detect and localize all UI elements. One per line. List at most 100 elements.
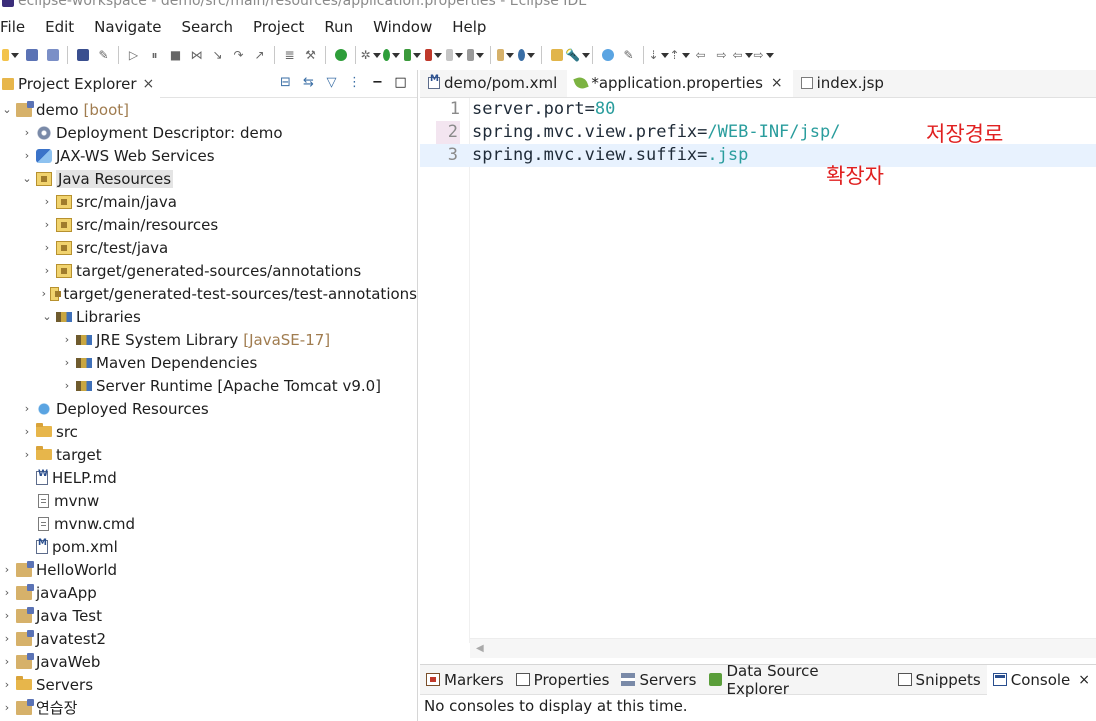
new-java-project-icon[interactable]	[497, 47, 514, 64]
tree-node[interactable]: HELP.md	[0, 466, 417, 489]
tree-node[interactable]: › src/main/java	[0, 190, 417, 213]
tree-node[interactable]: › Java Test	[0, 604, 417, 627]
chevron-right-icon[interactable]: ›	[40, 195, 54, 208]
chevron-right-icon[interactable]: ›	[60, 379, 74, 392]
forward-icon[interactable]: ⇨	[753, 47, 772, 64]
chevron-right-icon[interactable]: ›	[0, 701, 14, 714]
debug-icon[interactable]: ✲	[360, 47, 379, 64]
menu-window[interactable]: Window	[373, 18, 440, 36]
editor-tab[interactable]: index.jsp	[793, 69, 894, 97]
coverage-icon[interactable]: ≣	[281, 47, 298, 64]
tree-node[interactable]: › JRE System Library [JavaSE-17]	[0, 328, 417, 351]
tree-node[interactable]: ⌄ Libraries	[0, 305, 417, 328]
tree-node[interactable]: › 연습장	[0, 696, 417, 719]
forward-edit-icon[interactable]: ⇨	[713, 47, 730, 64]
menu-project[interactable]: Project	[253, 18, 312, 36]
menu-navigate[interactable]: Navigate	[94, 18, 169, 36]
editor-tab[interactable]: *application.properties ×	[567, 69, 793, 97]
close-icon[interactable]: ×	[771, 75, 783, 91]
menu-run[interactable]: Run	[324, 18, 361, 36]
close-icon[interactable]: ×	[143, 76, 155, 92]
disconnect-icon[interactable]: ⋈	[188, 47, 205, 64]
next-annotation-icon[interactable]: ⇣	[648, 47, 667, 64]
chevron-right-icon[interactable]: ›	[20, 149, 34, 162]
menu-help[interactable]: Help	[452, 18, 494, 36]
filter-icon[interactable]: ▽	[323, 74, 340, 91]
tree-node[interactable]: pom.xml	[0, 535, 417, 558]
tree-node[interactable]: › src	[0, 420, 417, 443]
new-icon[interactable]	[2, 47, 19, 64]
terminate-icon[interactable]: ■	[167, 47, 184, 64]
menu-edit[interactable]: Edit	[45, 18, 82, 36]
stop-server-icon[interactable]	[446, 47, 463, 64]
tree-node[interactable]: › Deployed Resources	[0, 397, 417, 420]
search-icon[interactable]: 🔦	[565, 47, 586, 64]
last-edit-icon[interactable]: ⇦	[692, 47, 709, 64]
step-return-icon[interactable]: ↗	[251, 47, 268, 64]
resume-icon[interactable]: ▷	[125, 47, 142, 64]
tree-node[interactable]: › Servers	[0, 673, 417, 696]
chevron-right-icon[interactable]: ›	[20, 448, 34, 461]
chevron-right-icon[interactable]: ›	[60, 333, 74, 346]
scroll-left-icon[interactable]: ◀	[476, 643, 484, 654]
chevron-right-icon[interactable]: ›	[40, 264, 54, 277]
skip-breakpoints-icon[interactable]: ✎	[95, 47, 112, 64]
back-icon[interactable]: ⇦	[732, 47, 751, 64]
chevron-right-icon[interactable]: ›	[40, 287, 48, 300]
minimize-icon[interactable]: −	[369, 74, 386, 91]
deploy-icon[interactable]	[467, 47, 484, 64]
tab-dse[interactable]: Data Source Explorer	[703, 662, 892, 698]
close-icon[interactable]: ×	[1078, 672, 1090, 688]
tree-node[interactable]: › Javatest2	[0, 627, 417, 650]
tab-console[interactable]: Console ×	[986, 664, 1096, 695]
chevron-down-icon[interactable]: ⌄	[0, 103, 14, 116]
tree-node[interactable]: › src/main/resources	[0, 213, 417, 236]
menu-file[interactable]: File	[0, 18, 33, 36]
tree-node[interactable]: › target	[0, 443, 417, 466]
suspend-icon[interactable]: ⏸	[146, 47, 163, 64]
tree-node[interactable]: ⌄ demo [boot]	[0, 98, 417, 121]
tree-node[interactable]: › JAX-WS Web Services	[0, 144, 417, 167]
tab-servers[interactable]: Servers	[615, 665, 702, 695]
run-icon[interactable]	[383, 47, 400, 64]
view-menu-icon[interactable]: ⋮	[346, 74, 363, 91]
editor-tab[interactable]: demo/pom.xml	[420, 69, 567, 97]
tab-snip[interactable]: Snippets	[892, 665, 987, 695]
tree-node[interactable]: mvnw	[0, 489, 417, 512]
tab-props[interactable]: Properties	[510, 665, 616, 695]
chevron-right-icon[interactable]: ›	[40, 241, 54, 254]
tree-node[interactable]: mvnw.cmd	[0, 512, 417, 535]
annotation-icon[interactable]: ✎	[620, 47, 637, 64]
tab-project-explorer[interactable]: Project Explorer ×	[0, 69, 161, 98]
chevron-right-icon[interactable]: ›	[0, 586, 14, 599]
collapse-all-icon[interactable]: ⊟	[277, 74, 294, 91]
run-external-icon[interactable]	[425, 47, 442, 64]
step-over-icon[interactable]: ↷	[230, 47, 247, 64]
chevron-down-icon[interactable]: ⌄	[20, 172, 34, 185]
chevron-right-icon[interactable]: ›	[0, 632, 14, 645]
chevron-right-icon[interactable]: ›	[0, 563, 14, 576]
chevron-right-icon[interactable]: ›	[0, 655, 14, 668]
save-icon[interactable]	[23, 47, 40, 64]
maximize-icon[interactable]: □	[392, 74, 409, 91]
web-browser-icon[interactable]	[599, 47, 616, 64]
build-icon[interactable]: ⚒	[302, 47, 319, 64]
previous-annotation-icon[interactable]: ⇡	[669, 47, 688, 64]
link-with-editor-icon[interactable]: ⇆	[300, 74, 317, 91]
chevron-right-icon[interactable]: ›	[20, 425, 34, 438]
menu-search[interactable]: Search	[181, 18, 241, 36]
horizontal-scrollbar[interactable]: ◀	[470, 638, 1096, 658]
save-all-icon[interactable]	[44, 47, 61, 64]
tree-node[interactable]: › Deployment Descriptor: demo	[0, 121, 417, 144]
chevron-right-icon[interactable]: ›	[40, 218, 54, 231]
tree-node[interactable]: › Server Runtime [Apache Tomcat v9.0]	[0, 374, 417, 397]
tree-node[interactable]: › Maven Dependencies	[0, 351, 417, 374]
open-type-icon[interactable]	[548, 47, 565, 64]
chevron-right-icon[interactable]: ›	[20, 402, 34, 415]
open-console-icon[interactable]	[74, 47, 91, 64]
chevron-down-icon[interactable]: ⌄	[40, 310, 54, 323]
tree-node[interactable]: › target/generated-test-sources/test-anno…	[0, 282, 417, 305]
chevron-right-icon[interactable]: ›	[0, 609, 14, 622]
code-editor[interactable]: 1 server.port=80 2 spring.mvc.view.prefix=/…	[420, 98, 1096, 643]
tree-node[interactable]: ⌄ Java Resources	[0, 167, 417, 190]
